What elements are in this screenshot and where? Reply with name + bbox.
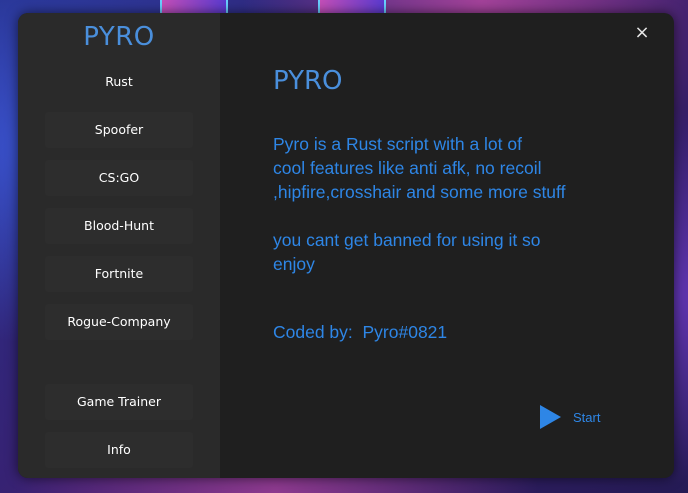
play-icon <box>540 405 561 429</box>
description: Pyro is a Rust script with a lot of cool… <box>273 132 633 276</box>
sidebar-item-rust[interactable]: Rust <box>45 64 193 100</box>
sidebar-item-csgo[interactable]: CS:GO <box>45 160 193 196</box>
sidebar-item-rogue-company[interactable]: Rogue-Company <box>45 304 193 340</box>
sidebar-item-info[interactable]: Info <box>45 432 193 468</box>
sidebar-item-blood-hunt[interactable]: Blood-Hunt <box>45 208 193 244</box>
description-line: ,hipfire,crosshair and some more stuff <box>273 182 566 202</box>
sidebar-item-fortnite[interactable]: Fortnite <box>45 256 193 292</box>
start-label: Start <box>573 409 601 425</box>
page-title: PYRO <box>273 66 343 96</box>
sidebar-item-spoofer[interactable]: Spoofer <box>45 112 193 148</box>
sidebar: PYRO Rust Spoofer CS:GO Blood-Hunt Fortn… <box>18 13 220 478</box>
background-decoration <box>160 0 228 14</box>
app-window: PYRO Rust Spoofer CS:GO Blood-Hunt Fortn… <box>18 13 674 478</box>
sidebar-item-game-trainer[interactable]: Game Trainer <box>45 384 193 420</box>
note-line: you cant get banned for using it so <box>273 230 541 250</box>
close-button[interactable]: × <box>634 22 650 43</box>
background-decoration <box>318 0 386 14</box>
description-line: Pyro is a Rust script with a lot of <box>273 134 522 154</box>
note-line: enjoy <box>273 254 315 274</box>
credits-text: Coded by: Pyro#0821 <box>273 322 448 342</box>
brand-title: PYRO <box>83 22 155 52</box>
main-content: × PYRO Pyro is a Rust script with a lot … <box>220 13 674 478</box>
description-line: cool features like anti afk, no recoil <box>273 158 542 178</box>
start-button[interactable]: Start <box>540 404 600 430</box>
close-icon: × <box>634 22 650 43</box>
